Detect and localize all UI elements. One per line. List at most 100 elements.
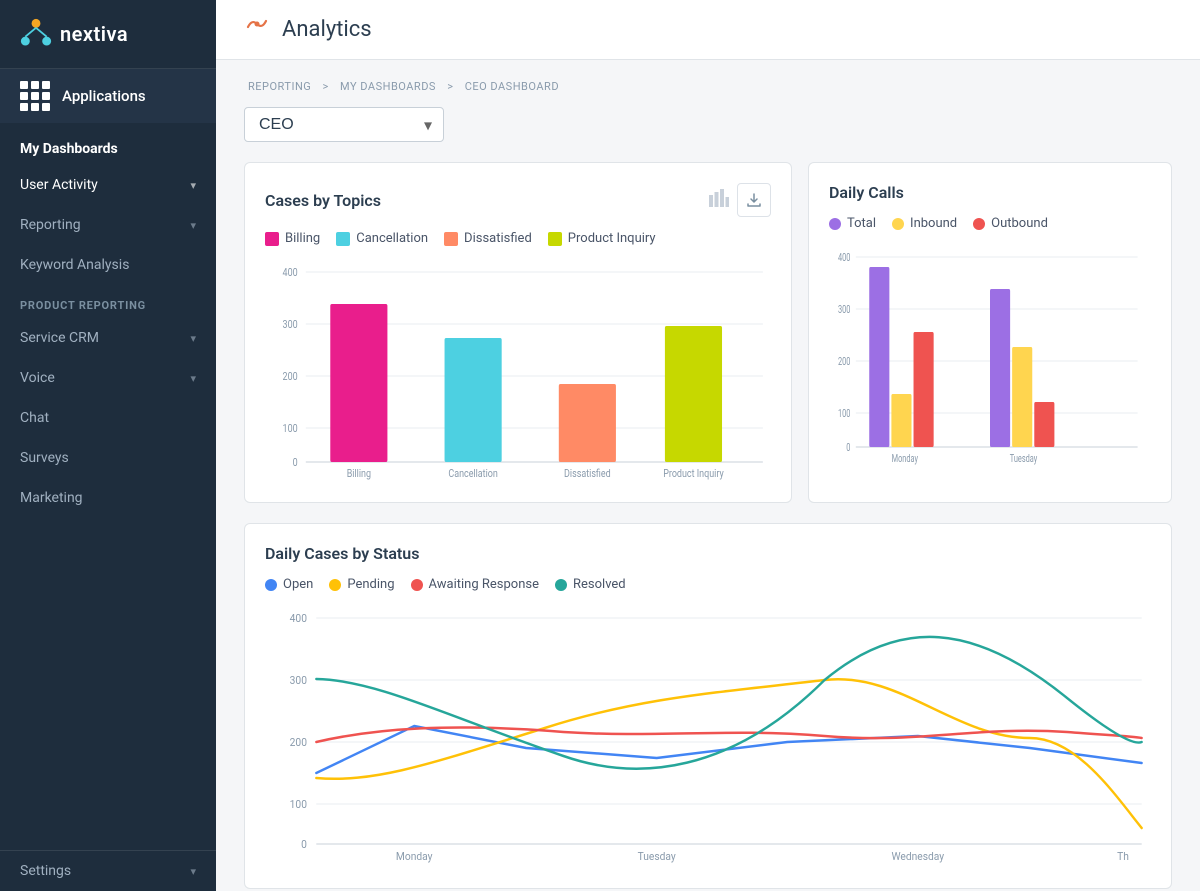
apps-grid-icon — [20, 81, 50, 111]
charts-row-1: Cases by Topics — [244, 162, 1172, 503]
daily-calls-legend: Total Inbound Outbound — [829, 216, 1151, 231]
legend-dot-total — [829, 218, 841, 230]
sidebar-item-label-service-crm: Service CRM — [20, 330, 99, 346]
legend-label-product-inquiry: Product Inquiry — [568, 231, 656, 246]
chevron-icon: ▾ — [190, 179, 196, 192]
legend-dot-dissatisfied — [444, 232, 458, 246]
svg-text:0: 0 — [293, 457, 298, 469]
svg-text:400: 400 — [290, 612, 307, 625]
daily-cases-title: Daily Cases by Status — [265, 544, 419, 563]
cases-legend: Billing Cancellation Dissatisfied Produc… — [265, 231, 771, 246]
daily-cases-header: Daily Cases by Status — [265, 544, 1151, 563]
daily-calls-chart: 400 300 200 100 0 Monda — [829, 247, 1151, 467]
breadcrumb-part-3: CEO DASHBOARD — [465, 80, 559, 93]
svg-text:0: 0 — [301, 838, 307, 851]
legend-dissatisfied: Dissatisfied — [444, 231, 532, 246]
svg-text:Cancellation: Cancellation — [448, 468, 497, 480]
daily-calls-title: Daily Calls — [829, 183, 904, 202]
sidebar-item-label-reporting: Reporting — [20, 217, 81, 233]
breadcrumb-sep-2: > — [447, 80, 456, 93]
cases-chart-svg: 400 300 200 100 0 Billi — [265, 262, 771, 482]
legend-resolved: Resolved — [555, 577, 626, 592]
cases-bar-chart: 400 300 200 100 0 Billi — [265, 262, 771, 482]
svg-text:100: 100 — [290, 798, 307, 811]
page-title: Analytics — [282, 17, 372, 42]
svg-text:300: 300 — [838, 304, 850, 317]
legend-pending: Pending — [329, 577, 394, 592]
breadcrumb-part-2: MY DASHBOARDS — [340, 80, 436, 93]
sidebar-item-chat[interactable]: Chat — [0, 398, 216, 438]
sidebar-item-keyword-analysis[interactable]: Keyword Analysis — [0, 245, 216, 285]
sidebar-item-marketing[interactable]: Marketing — [0, 478, 216, 518]
chevron-icon: ▾ — [190, 219, 196, 232]
sidebar-item-label-keyword-analysis: Keyword Analysis — [20, 257, 129, 273]
daily-cases-chart: 400 300 200 100 0 Monday Tuesday Wednesd… — [265, 608, 1151, 868]
svg-text:Th: Th — [1117, 850, 1129, 863]
daily-calls-card: Daily Calls Total Inbound Outbound — [808, 162, 1172, 503]
sidebar-item-label-marketing: Marketing — [20, 490, 83, 506]
svg-text:100: 100 — [283, 423, 298, 435]
svg-text:Wednesday: Wednesday — [892, 850, 945, 863]
legend-billing: Billing — [265, 231, 320, 246]
legend-total: Total — [829, 216, 876, 231]
sidebar-item-surveys[interactable]: Surveys — [0, 438, 216, 478]
chart-header: Cases by Topics — [265, 183, 771, 217]
svg-text:Monday: Monday — [396, 850, 433, 863]
logo: nextiva — [0, 0, 216, 69]
legend-label-cancellation: Cancellation — [356, 231, 428, 246]
sidebar-item-label-voice: Voice — [20, 370, 55, 386]
legend-dot-cancellation — [336, 232, 350, 246]
sidebar-item-user-activity[interactable]: User Activity ▾ — [0, 165, 216, 205]
legend-dot-resolved — [555, 579, 567, 591]
legend-cancellation: Cancellation — [336, 231, 428, 246]
cases-by-topics-title: Cases by Topics — [265, 191, 381, 210]
chart-type-icon[interactable] — [709, 189, 729, 212]
sidebar-item-voice[interactable]: Voice ▾ — [0, 358, 216, 398]
sidebar-item-label-chat: Chat — [20, 410, 49, 426]
download-button[interactable] — [737, 183, 771, 217]
select-container: CEO Sales Support Marketing — [244, 107, 444, 142]
analytics-icon — [244, 14, 270, 46]
dashboard-select[interactable]: CEO Sales Support Marketing — [244, 107, 444, 142]
svg-text:300: 300 — [290, 674, 307, 687]
chevron-icon: ▾ — [190, 865, 196, 878]
svg-text:300: 300 — [283, 319, 298, 331]
daily-calls-svg: 400 300 200 100 0 Monda — [829, 247, 1151, 467]
dashboard-select-wrapper: CEO Sales Support Marketing — [244, 107, 1172, 142]
legend-label-dissatisfied: Dissatisfied — [464, 231, 532, 246]
chevron-icon: ▾ — [190, 332, 196, 345]
breadcrumb-part-1: REPORTING — [248, 80, 311, 93]
svg-text:400: 400 — [838, 252, 850, 265]
sidebar: nextiva Applications My Dashboards User … — [0, 0, 216, 891]
legend-inbound: Inbound — [892, 216, 957, 231]
svg-text:Billing: Billing — [347, 468, 371, 480]
chevron-icon: ▾ — [190, 372, 196, 385]
sidebar-item-settings[interactable]: Settings ▾ — [0, 851, 216, 891]
sidebar-item-label-surveys: Surveys — [20, 450, 69, 466]
legend-dot-pending — [329, 579, 341, 591]
logo-text: nextiva — [60, 22, 128, 46]
legend-dot-open — [265, 579, 277, 591]
daily-cases-status-card: Daily Cases by Status Open Pending Await… — [244, 523, 1172, 889]
applications-nav[interactable]: Applications — [0, 69, 216, 123]
svg-text:200: 200 — [283, 371, 298, 383]
sidebar-item-label-user-activity: User Activity — [20, 177, 98, 193]
daily-calls-header: Daily Calls — [829, 183, 1151, 202]
legend-label-billing: Billing — [285, 231, 320, 246]
legend-awaiting: Awaiting Response — [411, 577, 540, 592]
topbar: Analytics — [216, 0, 1200, 60]
svg-text:Product Inquiry: Product Inquiry — [663, 468, 724, 480]
legend-label-open: Open — [283, 577, 313, 592]
sidebar-item-reporting[interactable]: Reporting ▾ — [0, 205, 216, 245]
breadcrumb: REPORTING > MY DASHBOARDS > CEO DASHBOAR… — [244, 80, 1172, 93]
legend-label-outbound: Outbound — [991, 216, 1048, 231]
svg-text:100: 100 — [838, 408, 850, 421]
cases-by-topics-card: Cases by Topics — [244, 162, 792, 503]
sidebar-item-service-crm[interactable]: Service CRM ▾ — [0, 318, 216, 358]
legend-outbound: Outbound — [973, 216, 1048, 231]
svg-text:Tuesday: Tuesday — [638, 850, 676, 863]
svg-text:Tuesday: Tuesday — [1010, 453, 1038, 466]
svg-text:Dissatisfied: Dissatisfied — [564, 467, 611, 480]
legend-dot-billing — [265, 232, 279, 246]
applications-label: Applications — [62, 87, 146, 105]
